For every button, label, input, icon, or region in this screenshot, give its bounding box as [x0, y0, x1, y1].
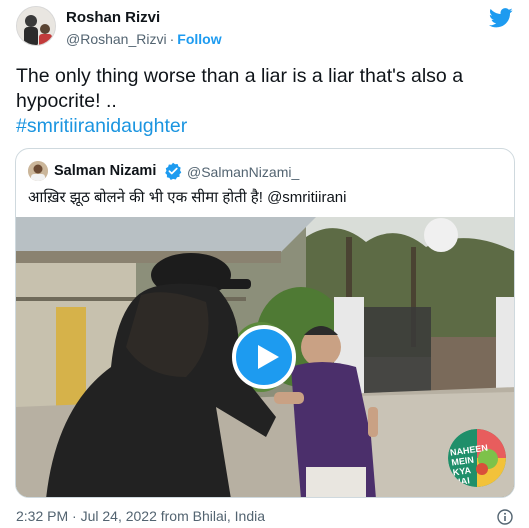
- twitter-bird-icon[interactable]: [489, 8, 513, 28]
- hashtag-link[interactable]: #smritiiranidaughter: [16, 114, 506, 139]
- tweet-timestamp[interactable]: 2:32 PM · Jul 24, 2022 from Bhilai, Indi…: [16, 508, 265, 524]
- tweet-body: The only thing worse than a liar is a li…: [16, 65, 464, 112]
- channel-logo-text: NAHEEN MEIN KYA HAI: [449, 442, 489, 487]
- tweet-text: The only thing worse than a liar is a li…: [16, 64, 506, 139]
- quoted-tweet[interactable]: Salman Nizami @SalmanNizami_ आख़िर झूठ ब…: [15, 148, 515, 498]
- author-handle[interactable]: @Roshan_Rizvi: [66, 31, 167, 47]
- play-icon: [258, 345, 279, 369]
- quoted-author-avatar[interactable]: [28, 161, 48, 181]
- quoted-tweet-text: आख़िर झूठ बोलने की भी एक सीमा होती है! @…: [28, 189, 347, 206]
- follow-button[interactable]: Follow: [177, 31, 221, 47]
- author-handle-row: @Roshan_Rizvi · Follow: [66, 31, 222, 47]
- quoted-author-name[interactable]: Salman Nizami: [54, 163, 156, 179]
- quoted-author-handle[interactable]: @SalmanNizami_: [187, 164, 299, 180]
- author-name[interactable]: Roshan Rizvi: [66, 9, 160, 26]
- tweet-card: Roshan Rizvi @Roshan_Rizvi · Follow The on…: [0, 0, 529, 528]
- separator-dot: ·: [169, 31, 175, 47]
- video-player[interactable]: NAHEEN MEIN KYA HAI: [16, 217, 514, 497]
- verified-badge-icon: [165, 162, 182, 180]
- author-avatar[interactable]: [16, 6, 56, 46]
- play-button[interactable]: [232, 325, 296, 389]
- channel-logo: NAHEEN MEIN KYA HAI: [448, 429, 506, 487]
- info-icon[interactable]: [497, 509, 513, 525]
